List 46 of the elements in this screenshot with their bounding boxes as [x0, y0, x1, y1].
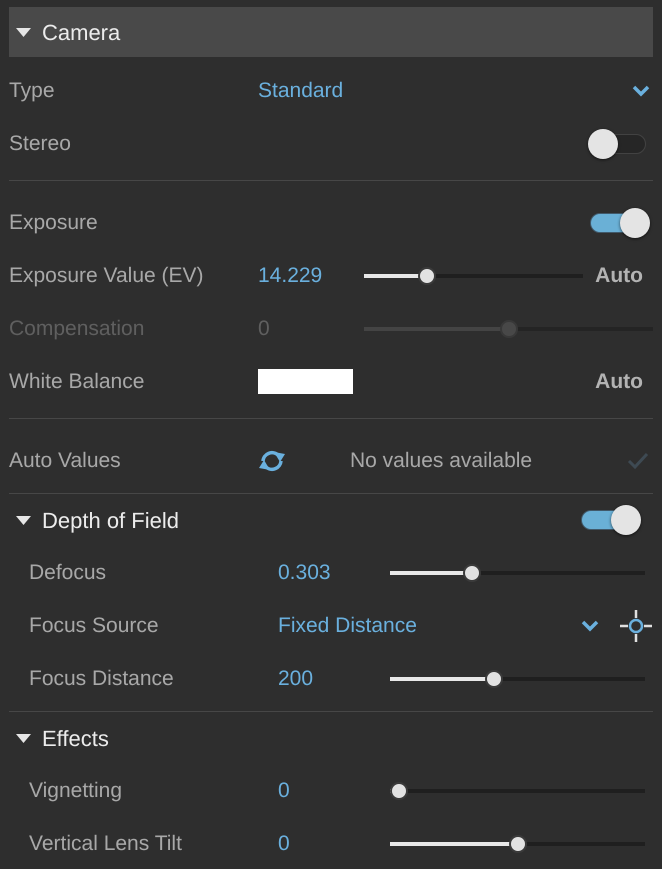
slider-track[interactable] [390, 782, 645, 800]
caret-down-icon[interactable] [16, 734, 31, 742]
status-text: No values available [350, 448, 532, 474]
field-label: Focus Source [29, 612, 160, 639]
number-field[interactable]: 200 [278, 662, 390, 694]
checkmark-icon[interactable] [627, 452, 649, 470]
section-title: Camera [42, 18, 120, 46]
number-field[interactable]: 0 [278, 828, 390, 860]
field-label: Stereo [9, 130, 72, 157]
caret-down-icon[interactable] [16, 28, 31, 36]
field-label: Vertical Lens Tilt [29, 830, 183, 857]
field-label: Type [9, 78, 56, 104]
field-label: Auto Values [9, 448, 122, 474]
field-label: White Balance [9, 368, 146, 395]
auto-button[interactable]: Auto [595, 366, 643, 398]
dropdown[interactable]: Standard [258, 74, 650, 106]
field-label: Vignetting [29, 778, 124, 804]
number-field[interactable]: 14.229 [258, 260, 364, 292]
number-field[interactable]: 0.303 [278, 556, 390, 588]
slider-thumb[interactable] [508, 834, 526, 852]
section-title: Effects [42, 724, 109, 752]
toggle-switch[interactable] [579, 505, 641, 535]
slider-track[interactable] [364, 266, 584, 284]
field-label: Defocus [29, 560, 108, 586]
crosshair-icon[interactable] [620, 610, 652, 642]
chevron-down-icon[interactable] [581, 620, 599, 632]
slider-thumb[interactable] [390, 782, 408, 800]
number-field[interactable]: 0 [278, 774, 390, 806]
auto-button[interactable]: Auto [595, 260, 643, 292]
color-swatch-icon[interactable] [258, 369, 353, 394]
field-label: Focus Distance [29, 666, 175, 692]
field-label: Exposure Value (EV) [9, 262, 205, 289]
dropdown[interactable]: Fixed Distance [278, 610, 599, 642]
slider-thumb[interactable] [484, 670, 503, 688]
field-label: Exposure [9, 210, 99, 236]
chevron-down-icon[interactable] [632, 84, 650, 96]
slider-thumb[interactable] [418, 266, 436, 284]
slider-track[interactable] [390, 834, 645, 852]
toggle-switch[interactable] [588, 208, 650, 238]
section-header-bar[interactable]: Camera [9, 7, 653, 57]
slider-thumb[interactable] [463, 564, 482, 582]
caret-down-icon[interactable] [16, 516, 31, 524]
refresh-icon[interactable] [258, 448, 286, 472]
slider-track[interactable] [390, 564, 645, 582]
section-title: Depth of Field [42, 506, 179, 535]
slider-track[interactable] [390, 670, 645, 688]
